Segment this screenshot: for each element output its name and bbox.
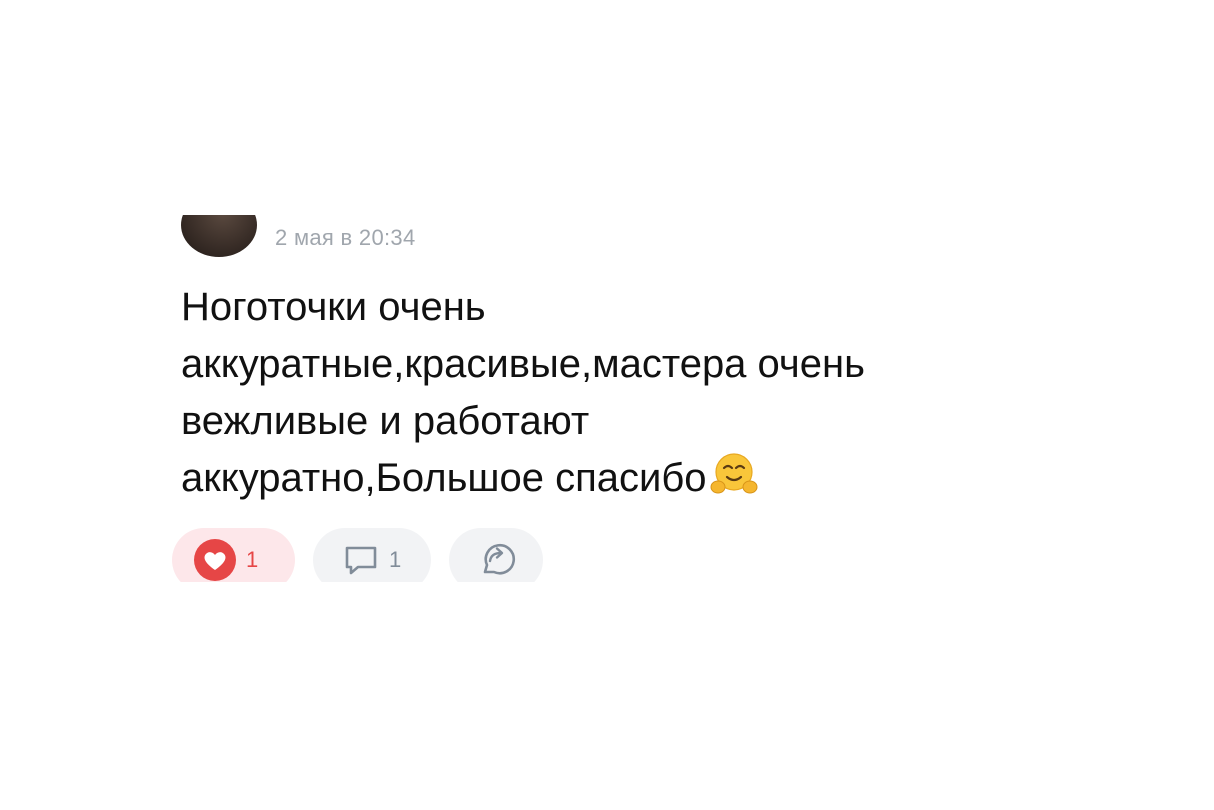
- share-button[interactable]: [449, 528, 543, 582]
- post-timestamp[interactable]: 2 мая в 20:34: [275, 225, 416, 251]
- heart-icon: [192, 537, 238, 582]
- post-text-line: аккуратные,красивые,мастера очень: [181, 342, 865, 386]
- post-text: Ноготочки очень аккуратные,красивые,маст…: [181, 279, 1001, 507]
- post-text-line: Ноготочки очень: [181, 285, 486, 329]
- like-button[interactable]: 1: [172, 528, 295, 582]
- post-text-line: вежливые и работают: [181, 399, 590, 443]
- like-count: 1: [246, 547, 259, 572]
- post-text-line-last: аккуратно,Большое спасибо: [181, 450, 1001, 507]
- comment-icon: [341, 540, 381, 580]
- author-avatar[interactable]: [181, 215, 257, 257]
- share-icon: [473, 537, 519, 582]
- comment-button[interactable]: 1: [313, 528, 431, 582]
- post-text-line: аккуратно,Большое спасибо: [181, 456, 707, 500]
- hugging-face-emoji-icon: [710, 453, 758, 494]
- post-card: 2 мая в 20:34 Ноготочки очень аккуратные…: [0, 215, 1214, 582]
- page: 2 мая в 20:34 Ноготочки очень аккуратные…: [0, 0, 1214, 810]
- comment-count: 1: [389, 547, 402, 572]
